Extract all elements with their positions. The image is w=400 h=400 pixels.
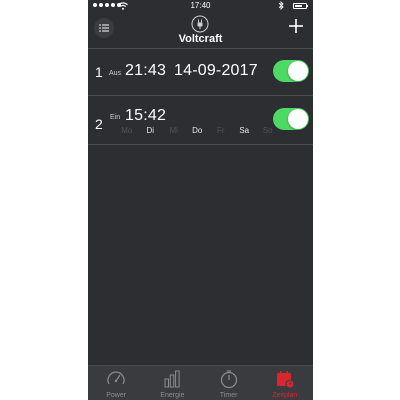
tab-bar: Power Energie Timer Zeitplan [88, 365, 313, 400]
divider [88, 144, 313, 145]
phone-screen: 17:40 Voltcraft 1 Aus 21:43 14-09-2017 2… [88, 0, 313, 400]
app-title: Voltcraft [178, 33, 223, 45]
row-toggle[interactable] [273, 60, 309, 82]
schedule-row-2[interactable]: 2 Ein 15:42 [88, 96, 313, 144]
row-state: Aus [109, 70, 122, 77]
row-number: 2 [95, 116, 103, 132]
toggle-knob [288, 109, 308, 129]
tab-label: Energie [160, 392, 185, 399]
stopwatch-icon [220, 370, 237, 389]
tab-label: Timer [219, 392, 238, 399]
bar-chart-icon [164, 370, 180, 388]
nav-bar: Voltcraft [88, 12, 313, 46]
battery-icon [293, 3, 307, 9]
bluetooth-icon [278, 1, 284, 10]
status-bar: 17:40 [88, 0, 313, 12]
calendar-icon [276, 371, 295, 389]
tab-zeitplan[interactable]: Zeitplan [257, 366, 313, 400]
add-button[interactable] [289, 19, 303, 33]
row-time: 21:43 [125, 62, 167, 79]
plug-icon [191, 15, 209, 33]
row-state: Ein [110, 114, 121, 121]
weekday-so[interactable]: So [256, 126, 280, 135]
row-number: 1 [95, 64, 103, 80]
tab-label: Power [106, 392, 127, 399]
weekday-di[interactable]: Di [139, 126, 163, 135]
gauge-icon [107, 371, 125, 385]
tab-power[interactable]: Power [88, 366, 144, 400]
tab-label: Zeitplan [272, 392, 298, 399]
weekday-list: Mo Di Mi Do Fr Sa So [115, 126, 280, 135]
weekday-do[interactable]: Do [186, 126, 210, 135]
row-time: 15:42 [125, 107, 167, 124]
tab-timer[interactable]: Timer [201, 366, 257, 400]
toggle-knob [288, 61, 308, 81]
weekday-mo[interactable]: Mo [115, 126, 139, 135]
weekday-fr[interactable]: Fr [209, 126, 233, 135]
weekday-sa[interactable]: Sa [233, 126, 257, 135]
row-date: 14-09-2017 [174, 62, 258, 79]
list-icon [99, 24, 109, 32]
schedule-row-1[interactable]: 1 Aus 21:43 14-09-2017 [88, 49, 313, 95]
weekday-mi[interactable]: Mi [162, 126, 186, 135]
tab-energie[interactable]: Energie [144, 366, 200, 400]
